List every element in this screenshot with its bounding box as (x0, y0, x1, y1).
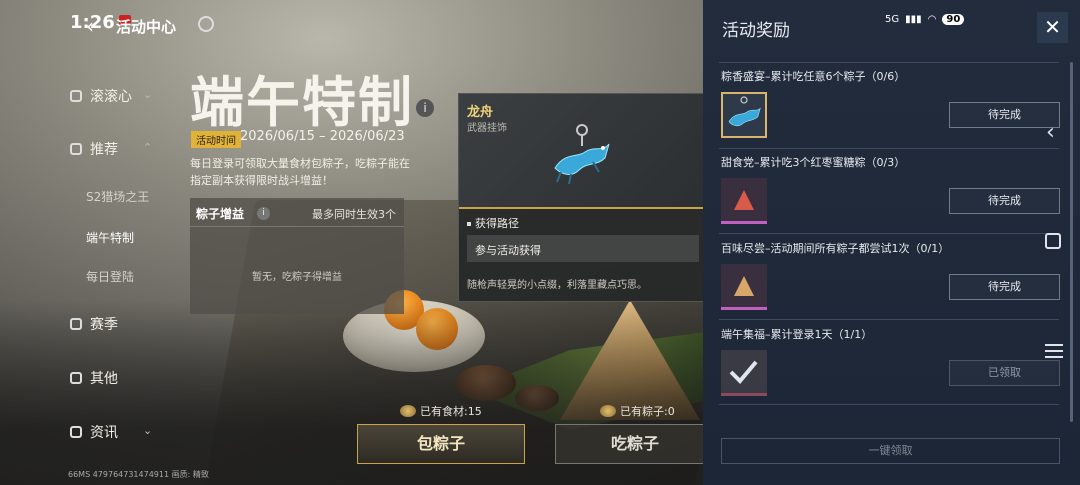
nav-icon (70, 426, 82, 438)
item-tooltip: 龙舟 武器挂饰 获得路径 参与活动获得 随枪声轻晃的小点缀，利落里藏点巧思。 (458, 93, 708, 302)
back-arrow-icon[interactable]: ‹ (86, 14, 94, 38)
nav-label: 资讯 (90, 425, 118, 441)
chevron-down-icon: ⌄ (143, 424, 153, 437)
chevron-down-icon: ⌄ (143, 88, 153, 101)
item-type: 武器挂饰 (467, 123, 507, 134)
zongzi-orange-icon[interactable] (721, 264, 767, 310)
scrollbar[interactable] (1070, 62, 1073, 422)
buff-header: 粽子增益 i 最多同时生效3个 (190, 198, 404, 227)
nav-label: 其他 (90, 371, 118, 387)
task-title: 甜食党–累计吃3个红枣蜜糖粽（0/3） (721, 156, 906, 169)
nav-icon (70, 90, 82, 102)
task-status-button: 已领取 (949, 360, 1060, 386)
time-label-badge: 活动时间 (191, 131, 241, 148)
dragon-charm-icon[interactable] (721, 92, 767, 138)
buff-max-text: 最多同时生效3个 (312, 208, 396, 221)
event-title: 端午特制 (190, 70, 414, 134)
nav-sub-item-active[interactable]: 端午特制 (86, 229, 134, 246)
back-chevron-icon[interactable]: ‹ (1046, 120, 1055, 145)
wifi-icon: ◠ (927, 14, 937, 25)
task-status-button[interactable]: 待完成 (949, 274, 1060, 300)
close-button[interactable]: ✕ (1037, 12, 1068, 43)
nav-label: 滚滚心 (90, 89, 132, 105)
header-title: 活动中心 (116, 18, 177, 36)
info-icon[interactable]: i (257, 207, 270, 220)
ingredient-icon (400, 405, 416, 417)
buff-title: 粽子增益 (196, 207, 245, 221)
nav-item-season[interactable]: 赛季 (70, 314, 118, 334)
battery-badge: 90 (942, 14, 965, 25)
buff-empty-text: 暂无，吃粽子得增益 (252, 272, 342, 283)
claim-all-button[interactable]: 一键领取 (721, 438, 1060, 464)
path-title: 获得路径 (467, 215, 519, 231)
checkmark-icon[interactable] (721, 350, 767, 396)
info-icon[interactable]: i (416, 99, 434, 117)
ingredients-count: 已有食材:15 (400, 403, 482, 419)
event-description: 每日登录可领取大量食材包粽子，吃粽子能在指定副本获得限时战斗增益！ (190, 157, 410, 187)
task-status-button[interactable]: 待完成 (949, 188, 1060, 214)
task-title: 端午集福–累计登录1天（1/1） (721, 328, 873, 341)
nav-label: 推荐 (90, 142, 118, 158)
nav-item-1[interactable]: 滚滚心 (70, 86, 132, 106)
system-status: 5G ▮▮▮ ◠ 90 (885, 14, 965, 25)
dragon-charm-icon (554, 124, 610, 185)
nav-label: 赛季 (90, 317, 118, 333)
zongzi-red-icon[interactable] (721, 178, 767, 224)
nav-item-other[interactable]: 其他 (70, 368, 118, 388)
menu-icon[interactable] (1045, 340, 1063, 362)
path-box: 参与活动获得 (467, 235, 699, 262)
nav-item-news[interactable]: 资讯 (70, 422, 118, 442)
buff-panel: 粽子增益 i 最多同时生效3个 暂无，吃粽子得增益 (190, 198, 404, 314)
path-value: 参与活动获得 (475, 244, 541, 257)
panel-title: 活动奖励 (722, 21, 790, 41)
chevron-up-icon: ⌃ (143, 141, 153, 154)
task-title: 粽香盛宴–累计吃任意6个粽子（0/6） (721, 70, 906, 83)
nav-sub-item[interactable]: S2猎场之王 (86, 188, 149, 205)
footer-info: 66MS 479764731474911 画质: 精致 (68, 470, 209, 479)
network-label: 5G (885, 14, 900, 25)
home-square-icon[interactable] (1045, 233, 1061, 249)
task-title: 百味尽尝–活动期间所有粽子都尝试1次（0/1） (721, 242, 950, 255)
zongzi-count: 已有粽子:0 (600, 403, 675, 419)
nav-sub-item[interactable]: 每日登陆 (86, 268, 134, 285)
tooltip-header: 龙舟 武器挂饰 (459, 94, 707, 209)
nav-item-recommend[interactable]: 推荐 (70, 139, 118, 159)
eat-zongzi-button[interactable]: 吃粽子 (555, 424, 715, 464)
nav-icon (70, 318, 82, 330)
event-time-range: 2026/06/15 – 2026/06/23 (240, 129, 405, 144)
signal-icon: ▮▮▮ (905, 14, 922, 25)
item-name: 龙舟 (467, 105, 494, 120)
settings-icon[interactable] (198, 16, 214, 32)
item-flavor-text: 随枪声轻晃的小点缀，利落里藏点巧思。 (467, 280, 647, 291)
zongzi-icon (600, 405, 616, 417)
task-status-button[interactable]: 待完成 (949, 102, 1060, 128)
nav-icon (70, 372, 82, 384)
nav-icon (70, 143, 82, 155)
make-zongzi-button[interactable]: 包粽子 (357, 424, 525, 464)
